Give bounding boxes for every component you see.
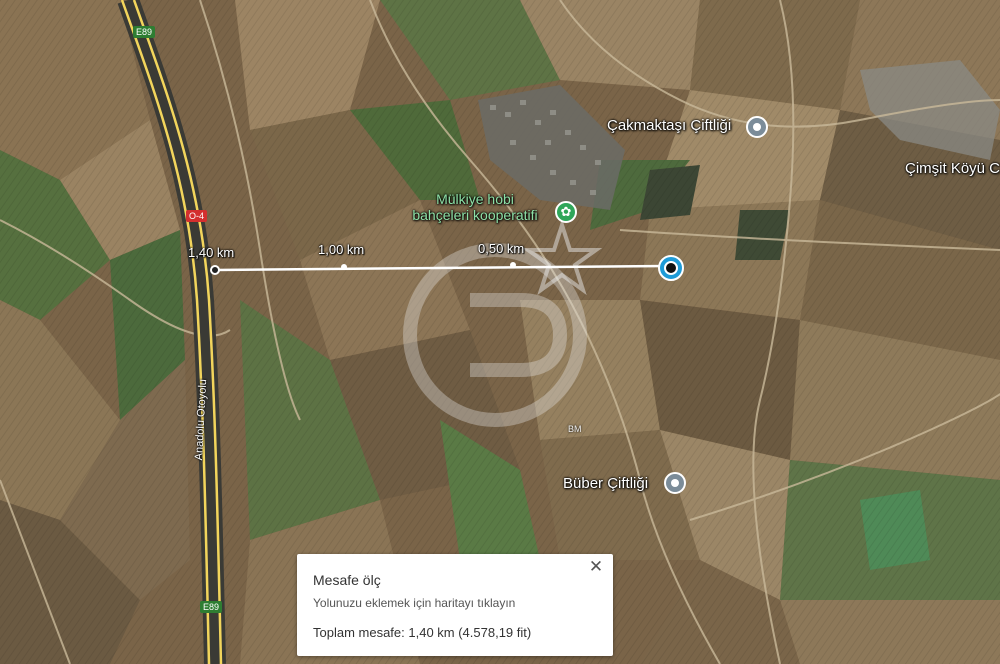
place-label-cimsit[interactable]: Çimşit Köyü C <box>905 160 1000 177</box>
location-pin-icon[interactable] <box>664 472 686 494</box>
measure-end-dot <box>664 261 678 275</box>
measure-label-half: 0,50 km <box>478 241 525 256</box>
poi-label-line-1: Mülkiye hobi <box>436 191 514 207</box>
panel-title: Mesafe ölç <box>313 572 381 588</box>
poi-label-mulkiye[interactable]: Mülkiye hobi bahçeleri kooperatifi <box>400 191 550 223</box>
panel-hint: Yolunuzu eklemek için haritayı tıklayın <box>313 596 516 610</box>
highway-shield-e89-top: E89 <box>133 26 156 38</box>
place-label-buber[interactable]: Büber Çiftliği <box>563 475 648 492</box>
measure-distance-panel: Mesafe ölç Yolunuzu eklemek için haritay… <box>297 554 613 656</box>
measure-start-point[interactable] <box>210 265 220 275</box>
map-marker-bm: BM <box>568 424 582 434</box>
total-distance: Toplam mesafe: 1,40 km (4.578,19 fit) <box>313 625 532 640</box>
place-label-cakmaktasi[interactable]: Çakmaktaşı Çiftliği <box>607 117 731 134</box>
measure-tick-half <box>510 262 516 268</box>
highway-shield-o4: O-4 <box>186 210 208 222</box>
measure-tick-mid <box>341 264 347 270</box>
close-icon[interactable]: ✕ <box>585 556 607 578</box>
measure-label-mid: 1,00 km <box>318 242 365 257</box>
flower-icon[interactable]: ✿ <box>555 201 577 223</box>
poi-label-line-2: bahçeleri kooperatifi <box>412 207 538 223</box>
highway-shield-e89-bottom: E89 <box>200 601 223 613</box>
measure-end-point[interactable] <box>658 255 684 281</box>
measure-label-total: 1,40 km <box>188 245 235 260</box>
location-pin-icon[interactable] <box>746 116 768 138</box>
